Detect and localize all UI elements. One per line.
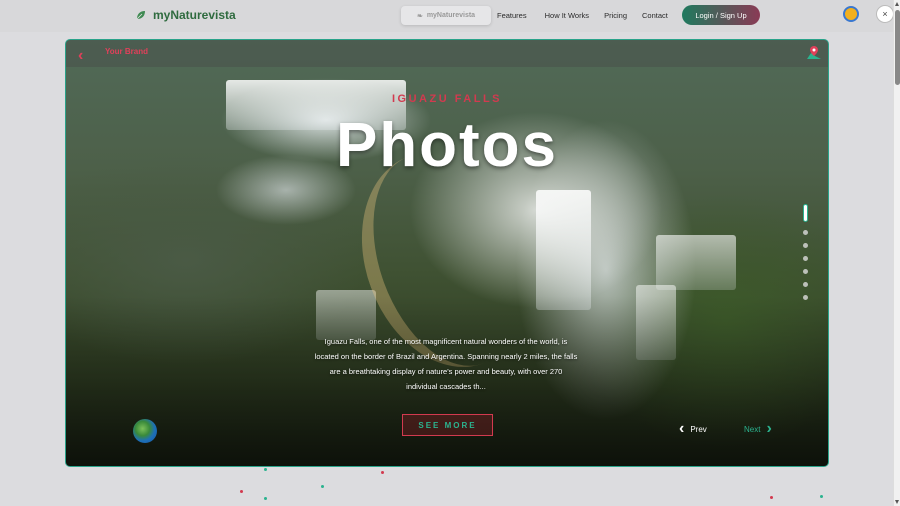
scroll-up-arrow[interactable] xyxy=(895,2,899,6)
top-navbar: myNaturevista ❧ myNaturevista Features H… xyxy=(0,0,894,32)
globe-icon[interactable] xyxy=(133,419,157,443)
nav-link-contact[interactable]: Contact xyxy=(642,11,668,20)
close-button[interactable]: × xyxy=(876,5,894,23)
slide-dot[interactable] xyxy=(802,295,808,300)
decor-speck xyxy=(264,468,267,471)
nav-link-features[interactable]: Features xyxy=(497,11,527,20)
chevron-left-icon: ‹ xyxy=(679,420,685,437)
hero-description: Iguazu Falls, one of the most magnificen… xyxy=(314,337,578,391)
see-more-button[interactable]: SEE MORE xyxy=(402,414,493,436)
login-signup-button[interactable]: Login / Sign Up xyxy=(682,5,760,25)
decor-speck xyxy=(820,495,823,498)
prev-label: Prev xyxy=(690,424,707,434)
leaf-small-icon: ❧ xyxy=(416,12,423,20)
slide-dot[interactable] xyxy=(802,243,808,248)
card-header-bar xyxy=(66,40,828,67)
nav-link-pricing[interactable]: Pricing xyxy=(604,11,627,20)
waterfall-shape xyxy=(536,190,591,310)
nav-pill-label: myNaturevista xyxy=(426,12,476,19)
scroll-thumb[interactable] xyxy=(895,10,900,85)
decor-speck xyxy=(381,471,384,474)
nav-home-pill[interactable]: ❧ myNaturevista xyxy=(401,6,491,25)
decor-speck xyxy=(770,496,773,499)
waterfall-shape xyxy=(656,235,736,290)
brand-prefix: my xyxy=(153,8,171,22)
slide-dot[interactable] xyxy=(802,230,808,235)
hero-card: ‹ Your Brand IGUAZU FALLS Photos Iguazu … xyxy=(65,39,829,467)
decor-speck xyxy=(240,490,243,493)
slide-indicator xyxy=(801,204,809,308)
extension-icon[interactable] xyxy=(843,6,859,22)
hero-title: Photos xyxy=(335,111,559,180)
scroll-down-arrow[interactable] xyxy=(895,500,899,504)
chevron-right-icon: › xyxy=(766,420,772,437)
prev-button[interactable]: ‹ Prev xyxy=(679,420,707,438)
brand-name: Naturevista xyxy=(170,8,236,22)
next-button[interactable]: Next › xyxy=(744,420,772,438)
slide-dot[interactable] xyxy=(802,256,808,261)
nav-links: Features How It Works Pricing Contact xyxy=(497,11,668,20)
page-scrollbar[interactable] xyxy=(893,0,900,506)
nav-link-how-it-works[interactable]: How It Works xyxy=(545,11,589,20)
next-label: Next xyxy=(744,424,761,434)
brand-logo[interactable]: myNaturevista xyxy=(135,8,236,22)
hero-subtitle: IGUAZU FALLS xyxy=(391,93,503,105)
your-brand-label[interactable]: Your Brand xyxy=(105,47,148,56)
map-pin-icon[interactable] xyxy=(806,45,822,61)
slide-dot[interactable] xyxy=(802,282,808,287)
decor-speck xyxy=(264,497,267,500)
leaf-icon xyxy=(136,11,145,20)
back-button[interactable]: ‹ xyxy=(78,47,83,65)
slide-dot[interactable] xyxy=(802,269,808,274)
slide-dot-active[interactable] xyxy=(802,204,808,222)
decor-speck xyxy=(321,485,324,488)
